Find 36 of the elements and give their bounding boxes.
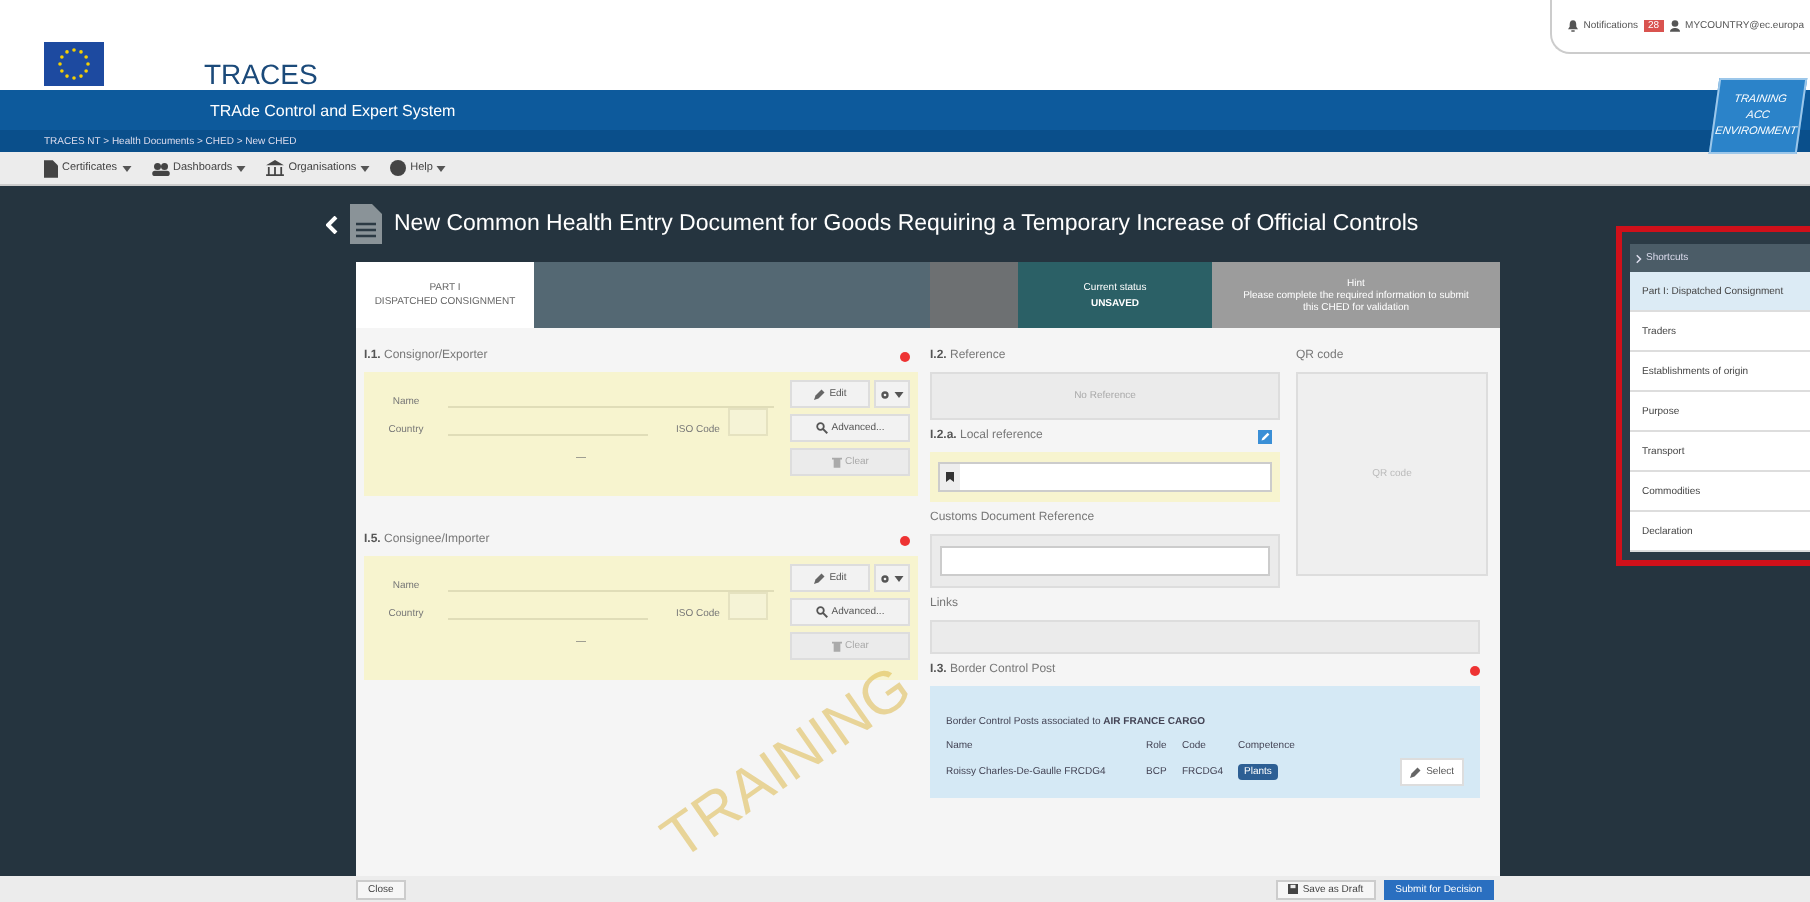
settings-dropdown[interactable] [874,564,910,592]
document-icon [44,159,58,177]
caret-icon [121,165,132,171]
bell-icon [1567,20,1578,32]
gear-icon [880,573,890,583]
back-chevron-icon[interactable] [326,215,338,233]
document-icon [350,204,382,244]
trash-icon [831,640,842,652]
customs-field[interactable] [940,546,1270,576]
pencil-icon [813,388,826,400]
chevron-icon [1636,253,1642,263]
caret-icon [360,165,371,171]
settings-dropdown[interactable] [874,380,910,408]
pencil-icon [813,572,826,584]
bank-icon [266,160,285,176]
caret-icon [436,165,447,171]
search-icon [815,422,828,434]
caret-icon [894,391,904,397]
caret-icon [236,165,247,171]
local-reference-field[interactable] [938,462,1272,492]
bookmark-icon [946,472,954,482]
iso-code-box [727,592,768,620]
pencil-icon [1410,766,1423,778]
search-icon [815,606,828,618]
page-title: New Common Health Entry Document for Goods Requiring a Temporary Increase of Official Controls [394,212,1419,236]
user-icon [1669,20,1680,32]
system-name: TRACES [204,58,318,90]
caret-icon [894,575,904,581]
iso-code-box [727,408,768,436]
trash-icon [831,456,842,468]
eu-flag-icon [44,42,104,86]
system-subtitle: TRAde Control and Expert System [210,101,456,119]
edit-icon[interactable] [1258,429,1272,443]
floppy-disk-icon [1288,884,1299,894]
people-icon [151,161,170,175]
gear-icon [880,389,890,399]
